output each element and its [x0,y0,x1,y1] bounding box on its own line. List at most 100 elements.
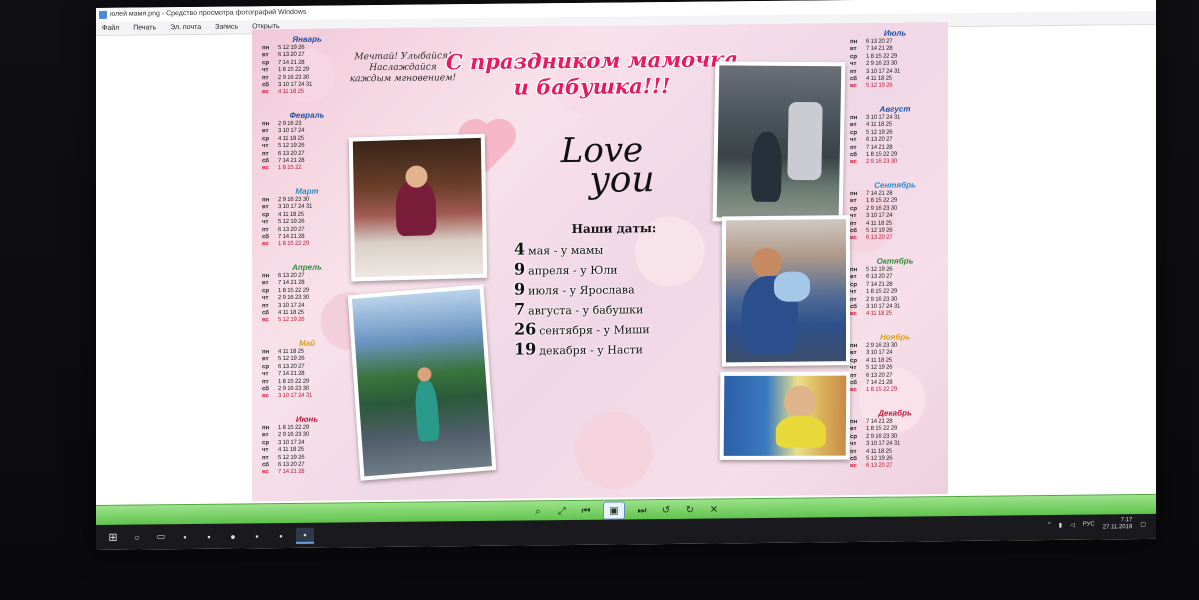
chevron-up-icon[interactable]: ^ [1048,522,1051,528]
date-item: 4 мая - у мамы [514,239,714,261]
calendar-month: Сентябрь пн 7 14 21 28 вт 1 8 15 22 29 ср 2 9 … [850,180,940,243]
prev-icon[interactable]: ⏮ [579,504,593,518]
rotate-right-icon[interactable]: ↻ [683,503,697,517]
calendar-month: Июль пн 6 13 20 27 вт 7 14 21 28 ср 1 8 15 22 … [850,28,940,91]
volume-icon[interactable]: ◁ [1070,521,1075,528]
you-word: you [589,159,655,201]
day-numbers: 1 8 15 22 29 [866,387,897,394]
yandex-browser-icon[interactable]: ● [224,529,242,543]
network-icon[interactable]: ▮ [1059,521,1062,528]
calendar-month: Февраль пн 2 9 16 23 вт 3 10 17 24 ср 4 11 18 … [262,110,352,173]
date-item: 9 июля - у Ярослава [514,279,714,301]
photo-viewer-taskbar-icon[interactable]: ▪ [296,527,314,544]
person-face [752,247,782,279]
baby-figure [774,271,810,302]
day-numbers: 1 8 15 22 [278,165,302,172]
weekday-label: вс [850,311,857,318]
poster-image: Январь пн 5 12 19 26 вт 6 13 20 27 ср 7 14 21 … [252,22,948,502]
start-icon[interactable]: ⊞ [104,530,122,544]
notifications-icon[interactable]: ▢ [1140,521,1146,528]
language-indicator[interactable]: РУС [1083,522,1095,528]
month-name: Январь [292,34,322,44]
calendar-right: Июль пн 6 13 20 27 вт 7 14 21 28 ср 1 8 15 22 … [850,28,940,489]
photo-boy [719,371,851,460]
month-week-row: вс 7 14 21 28 [262,469,352,477]
calendar-month: Август пн 3 10 17 24 31 вт 4 11 18 25 ср 5 12 … [850,104,940,167]
task-view-icon[interactable]: ▭ [152,530,170,544]
month-week-row: вс 6 13 20 27 [850,463,940,471]
date-day: 4 [514,239,526,259]
day-numbers: 6 13 20 27 [866,235,893,242]
slideshow-icon[interactable]: ▣ [603,501,625,520]
month-week-row: вс 4 11 18 25 [850,311,940,319]
calendar-month: Май пн 4 11 18 25 вт 5 12 19 26 ср 6 13 20 27 ч… [262,338,352,401]
date-text: апреля - у Юли [528,263,618,278]
person-figure [395,179,437,237]
month-week-row: вс 1 8 15 22 [262,165,352,173]
month-name: Май [298,338,316,348]
app-icon-1[interactable]: ▪ [176,529,194,543]
rotate-left-icon[interactable]: ↺ [659,503,673,517]
window-title: юлей мамя.png - Средство просмотра фотог… [110,8,307,18]
waterfall-figure [787,101,823,181]
date-day: 19 [514,339,537,359]
day-numbers: 5 12 19 26 [866,83,893,90]
monitor-screen: юлей мамя.png - Средство просмотра фотог… [96,0,1156,551]
calendar-month: Декабрь пн 7 14 21 28 вт 1 8 15 22 29 ср 2 9 1… [850,408,940,471]
date-text: декабря - у Насти [539,343,643,358]
poster-title: С праздником мамочка и бабушка!!! [432,46,752,101]
month-week-row: вс 6 13 20 27 [850,235,940,243]
photo-mother-waterfall [712,61,846,223]
date-text: мая - у мамы [528,243,604,258]
weekday-label: вс [850,387,857,394]
person-face [416,366,432,382]
app-icon-2[interactable]: ▪ [200,529,218,543]
weekday-label: вс [850,463,857,470]
menu-item[interactable]: Эл. почта [170,21,201,34]
weekday-label: вс [262,165,269,172]
date-day: 9 [514,259,526,279]
month-name: Июнь [295,414,319,424]
photo-mother-seaside [347,284,497,481]
date-day: 26 [514,319,537,339]
photo-viewer-app-icon [99,10,107,19]
menu-item[interactable]: Запись [215,21,238,34]
month-week-row: вс 5 12 19 26 [262,317,352,325]
family-dates: Наши даты: 4 мая - у мамы 9 апреля - у Юли 9… [514,221,714,361]
month-name: Март [295,186,319,196]
month-name: Декабрь [878,408,912,418]
day-numbers: 2 9 16 23 30 [866,159,897,166]
clock-date: 27.11.2019 [1102,524,1133,531]
calendar-month: Март пн 2 9 16 23 30 вт 3 10 17 24 31 ср 4 11 … [262,186,352,249]
month-week-row: вс 5 12 19 26 [850,83,940,91]
next-icon[interactable]: ⏭ [635,503,649,517]
month-week-row: вс 3 10 17 24 31 [262,393,352,401]
day-numbers: 5 12 19 26 [278,317,305,324]
date-day: 7 [514,299,526,319]
date-item: 7 августа - у бабушки [514,299,714,321]
month-name: Апрель [292,262,322,272]
menu-item[interactable]: Файл [102,22,119,35]
fit-icon[interactable]: ⤢ [555,504,569,518]
clock[interactable]: 7:17 27.11.2019 [1103,517,1133,531]
delete-icon[interactable]: ✕ [707,502,721,516]
weekday-label: вс [850,235,857,242]
photoshop-icon[interactable]: ▪ [272,528,290,542]
zoom-icon[interactable]: ⌕ [531,504,545,518]
image-viewport[interactable]: Январь пн 5 12 19 26 вт 6 13 20 27 ср 7 14 21 … [96,22,1156,506]
love-you-lettering: Love you [522,130,682,201]
month-name: Февраль [289,110,325,120]
app-icon-3[interactable]: ▪ [248,529,266,543]
calendar-left: Январь пн 5 12 19 26 вт 6 13 20 27 ср 7 14 21 … [262,34,352,495]
day-numbers: 7 14 21 28 [278,469,305,476]
calendar-month: Октябрь пн 5 12 19 26 вт 6 13 20 27 ср 7 14 21… [850,256,940,319]
day-numbers: 4 11 18 25 [866,311,892,318]
month-week-row: вс 1 8 15 22 29 [850,387,940,395]
search-icon[interactable]: ○ [128,530,146,544]
menu-item[interactable]: Печать [133,21,156,34]
weekday-label: вс [262,89,269,96]
person-figure [750,131,783,202]
weekday-label: вс [262,241,269,248]
poster-title-line-1: С праздником мамочка [445,46,739,75]
weekday-label: вс [262,469,269,476]
